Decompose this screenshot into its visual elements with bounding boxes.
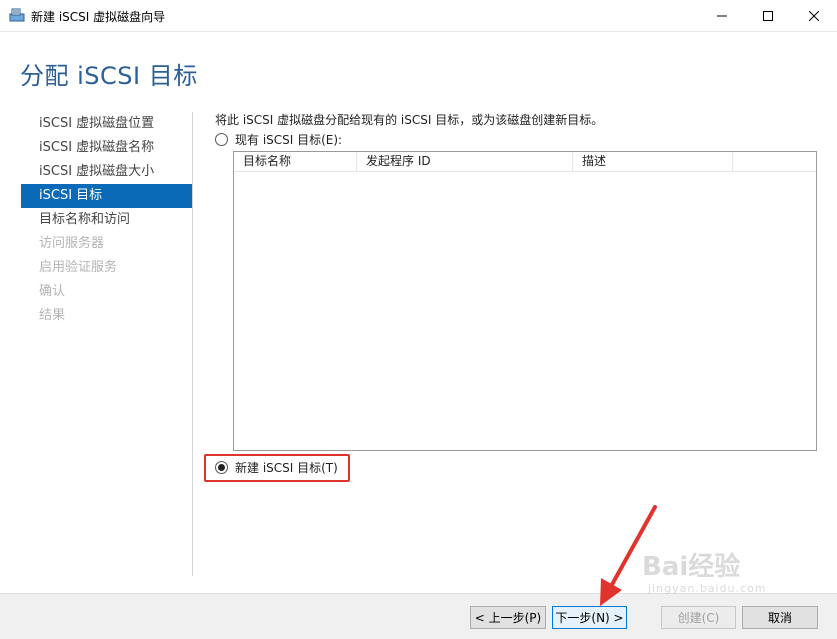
- window-title: 新建 iSCSI 虚拟磁盘向导: [31, 10, 166, 24]
- minimize-icon: [717, 15, 727, 16]
- previous-button[interactable]: < 上一步(P): [470, 606, 546, 629]
- existing-target-label: 现有 iSCSI 目标(E):: [235, 133, 343, 147]
- step-iscsi-target[interactable]: iSCSI 目标: [21, 184, 192, 208]
- column-initiator-id[interactable]: 发起程序 ID: [357, 152, 573, 172]
- title-bar: 新建 iSCSI 虚拟磁盘向导: [0, 0, 837, 31]
- sidebar-divider: [192, 112, 193, 576]
- intro-text: 将此 iSCSI 虚拟磁盘分配给现有的 iSCSI 目标，或为该磁盘创建新目标。: [215, 113, 604, 127]
- minimize-button[interactable]: [699, 0, 745, 31]
- create-button[interactable]: 创建(C): [661, 606, 736, 629]
- column-description[interactable]: 描述: [573, 152, 733, 172]
- wizard-header: 分配 iSCSI 目标: [0, 31, 837, 103]
- step-access-servers: 访问服务器: [39, 236, 105, 251]
- annotation-highlight-box: [204, 454, 350, 482]
- step-disk-name[interactable]: iSCSI 虚拟磁盘名称: [21, 136, 192, 160]
- column-filler: [733, 152, 813, 172]
- maximize-icon: [763, 10, 773, 21]
- column-target-name[interactable]: 目标名称: [234, 152, 357, 172]
- wizard-steps: iSCSI 虚拟磁盘位置 iSCSI 虚拟磁盘名称 iSCSI 虚拟磁盘大小 i…: [21, 112, 192, 328]
- step-target-name-access[interactable]: 目标名称和访问: [21, 208, 192, 232]
- next-button[interactable]: 下一步(N) >: [552, 606, 627, 629]
- step-results: 结果: [39, 308, 66, 323]
- wizard-app-icon: [9, 8, 25, 22]
- page-title: 分配 iSCSI 目标: [20, 62, 198, 90]
- step-disk-size[interactable]: iSCSI 虚拟磁盘大小: [21, 160, 192, 184]
- main-content: 将此 iSCSI 虚拟磁盘分配给现有的 iSCSI 目标，或为该磁盘创建新目标。…: [204, 105, 825, 585]
- watermark: Bai经验: [642, 552, 741, 582]
- maximize-button[interactable]: [745, 0, 791, 31]
- watermark-url: jingyan.baidu.com: [648, 582, 767, 595]
- step-disk-location[interactable]: iSCSI 虚拟磁盘位置: [21, 112, 192, 136]
- step-enable-auth: 启用验证服务: [39, 260, 118, 275]
- wizard-footer: < 上一步(P) 下一步(N) > 创建(C) 取消: [0, 593, 837, 639]
- existing-targets-list[interactable]: 目标名称 发起程序 ID 描述: [233, 151, 817, 451]
- step-confirm: 确认: [39, 284, 66, 299]
- close-icon: [809, 10, 819, 21]
- cancel-button[interactable]: 取消: [742, 606, 818, 629]
- existing-target-option[interactable]: 现有 iSCSI 目标(E):: [215, 131, 342, 148]
- list-header: 目标名称 发起程序 ID 描述: [234, 152, 816, 172]
- close-button[interactable]: [791, 0, 837, 31]
- existing-target-radio[interactable]: [215, 133, 228, 146]
